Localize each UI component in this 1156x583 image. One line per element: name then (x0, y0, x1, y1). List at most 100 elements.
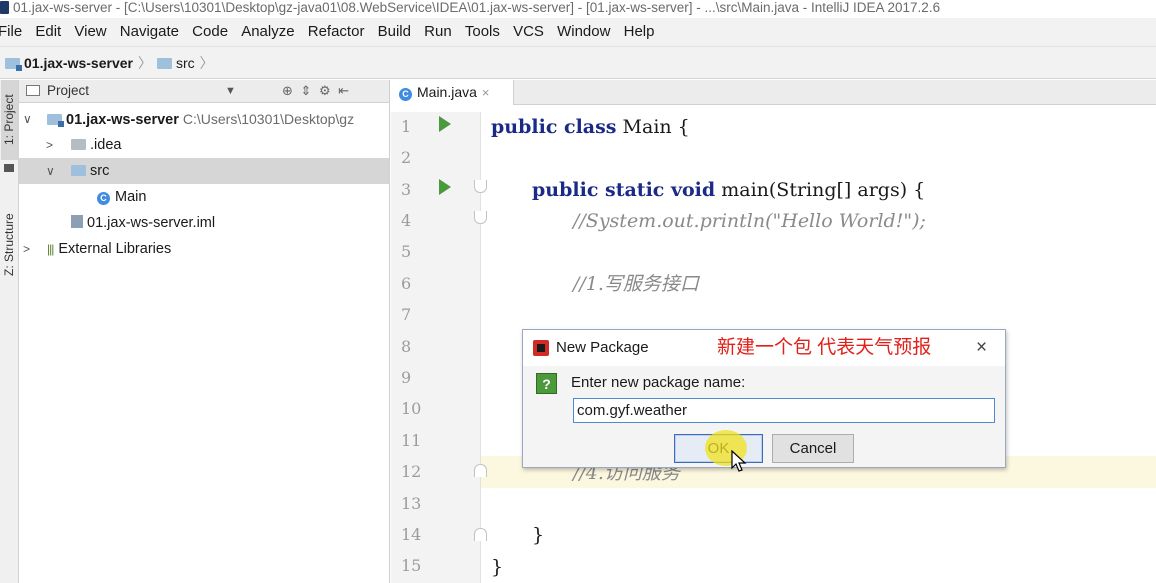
window-title-bar: 01.jax-ws-server - [C:\Users\10301\Deskt… (0, 0, 1156, 18)
line-number: 2 (401, 148, 412, 167)
project-view-select[interactable]: Project (47, 80, 89, 102)
project-tool-tab[interactable]: 1: Project (1, 80, 18, 160)
fold-marker-icon[interactable] (474, 180, 487, 193)
tree-item-main[interactable]: C Main (19, 184, 389, 210)
code-line-6: //1.写服务接口 (573, 273, 699, 295)
tree-label-libraries: External Libraries (58, 241, 172, 257)
editor-tabs: C Main.java × (391, 80, 1156, 105)
breadcrumb-separator-icon: 〉 (137, 55, 152, 71)
tree-label-main: Main (115, 189, 147, 205)
line-number: 6 (401, 274, 412, 293)
tree-item-src[interactable]: ∨ src (19, 158, 389, 184)
project-panel: Project ▼ ⊕ ⇕ ⚙ ⇤ ∨ 01.jax-ws-server C:\… (19, 80, 390, 583)
folder-icon (71, 139, 86, 150)
fold-marker-icon[interactable] (474, 464, 487, 477)
menu-run[interactable]: Run (424, 18, 452, 46)
menu-navigate[interactable]: Navigate (120, 18, 179, 46)
line-number: 15 (401, 556, 422, 575)
line-number: 8 (401, 337, 412, 356)
line-number: 3 (401, 180, 412, 199)
fold-marker-icon[interactable] (474, 528, 487, 541)
structure-tool-tab[interactable]: Z: Structure (1, 198, 18, 292)
code-line-15: } (491, 556, 504, 578)
fold-marker-icon[interactable] (474, 211, 487, 224)
project-panel-header: Project ▼ ⊕ ⇕ ⚙ ⇤ (19, 80, 389, 103)
dialog-title: New Package (556, 339, 649, 356)
intellij-app-icon (533, 340, 549, 356)
menu-file[interactable]: File (0, 18, 22, 46)
project-panel-tools[interactable]: ⊕ ⇕ ⚙ ⇤ (282, 80, 351, 102)
line-number: 1 (401, 117, 412, 136)
module-folder-icon (47, 114, 64, 127)
chevron-right-icon[interactable]: > (23, 236, 30, 262)
breadcrumb-separator-icon: 〉 (199, 55, 214, 71)
window-title: 01.jax-ws-server - [C:\Users\10301\Deskt… (13, 0, 941, 15)
tab-label: Main.java (417, 84, 477, 100)
menu-bar: File Edit View Navigate Code Analyze Ref… (0, 18, 1156, 46)
menu-analyze[interactable]: Analyze (241, 18, 294, 46)
line-number: 14 (401, 525, 422, 544)
question-icon: ? (536, 373, 557, 394)
line-number: 12 (401, 462, 422, 481)
mouse-pointer-icon (731, 450, 747, 472)
iml-file-icon (71, 215, 83, 228)
tool-window-strip: 1: Project Z: Structure (0, 80, 19, 583)
line-number: 5 (401, 242, 412, 261)
libraries-icon: ||| (47, 242, 54, 256)
java-class-icon: C (399, 88, 412, 101)
tab-main-java[interactable]: C Main.java × (391, 80, 514, 105)
tree-label-src: src (90, 163, 110, 179)
menu-help[interactable]: Help (624, 18, 655, 46)
new-package-dialog: New Package 新建一个包 代表天气预报 × ? Enter new p… (522, 329, 1006, 468)
tree-item-idea[interactable]: > .idea (19, 132, 389, 158)
tree-label-iml: 01.jax-ws-server.iml (87, 215, 216, 231)
folder-icon (156, 58, 172, 69)
chevron-down-icon[interactable]: ∨ (23, 106, 32, 132)
intellij-app-icon (0, 1, 9, 14)
code-line-3: public static void main(String[] args) { (532, 179, 926, 201)
code-line-1: public class Main { (491, 116, 690, 138)
line-number: 7 (401, 305, 412, 324)
source-folder-icon (71, 165, 86, 176)
dialog-title-bar: New Package 新建一个包 代表天气预报 × (523, 330, 1005, 366)
annotation-text: 新建一个包 代表天气预报 (717, 337, 932, 358)
run-icon[interactable] (439, 179, 451, 195)
editor-gutter: 1 2 3 4 5 6 7 8 9 10 11 12 13 14 15 (391, 112, 481, 583)
line-number: 9 (401, 368, 412, 387)
navigation-bar: 01.jax-ws-server 〉 src 〉 (0, 46, 1156, 79)
line-number: 13 (401, 494, 422, 513)
close-icon[interactable]: × (482, 85, 490, 100)
code-line-14: } (532, 524, 545, 546)
menu-edit[interactable]: Edit (35, 18, 61, 46)
chevron-down-icon[interactable]: ▼ (225, 80, 236, 102)
line-number: 10 (401, 399, 422, 418)
chevron-right-icon[interactable]: > (46, 132, 53, 158)
tree-item-root[interactable]: ∨ 01.jax-ws-server C:\Users\10301\Deskto… (19, 106, 389, 132)
run-icon[interactable] (439, 116, 451, 132)
tool-window-icon[interactable] (4, 164, 14, 172)
code-line-4: //System.out.println("Hello World!"); (573, 210, 926, 232)
cancel-button[interactable]: Cancel (772, 434, 854, 463)
package-name-input[interactable] (573, 398, 995, 423)
menu-tools[interactable]: Tools (465, 18, 500, 46)
dialog-prompt: Enter new package name: (571, 374, 746, 391)
menu-view[interactable]: View (74, 18, 106, 46)
menu-refactor[interactable]: Refactor (308, 18, 365, 46)
menu-code[interactable]: Code (192, 18, 228, 46)
tree-root-path: C:\Users\10301\Desktop\gz (182, 111, 355, 127)
line-number: 4 (401, 211, 412, 230)
tree-label-root: 01.jax-ws-server (66, 112, 179, 128)
breadcrumb-src[interactable]: src (156, 55, 195, 71)
menu-build[interactable]: Build (378, 18, 411, 46)
breadcrumb-project[interactable]: 01.jax-ws-server (5, 55, 133, 71)
close-icon[interactable]: × (976, 330, 987, 366)
tree-item-iml[interactable]: 01.jax-ws-server.iml (19, 210, 389, 236)
module-folder-icon (5, 58, 22, 71)
menu-window[interactable]: Window (557, 18, 610, 46)
menu-vcs[interactable]: VCS (513, 18, 544, 46)
chevron-down-icon[interactable]: ∨ (46, 158, 55, 184)
tree-label-idea: .idea (90, 137, 122, 153)
project-view-icon (26, 85, 40, 96)
java-class-icon: C (97, 192, 110, 205)
tree-item-libraries[interactable]: > ||| External Libraries (19, 236, 389, 262)
